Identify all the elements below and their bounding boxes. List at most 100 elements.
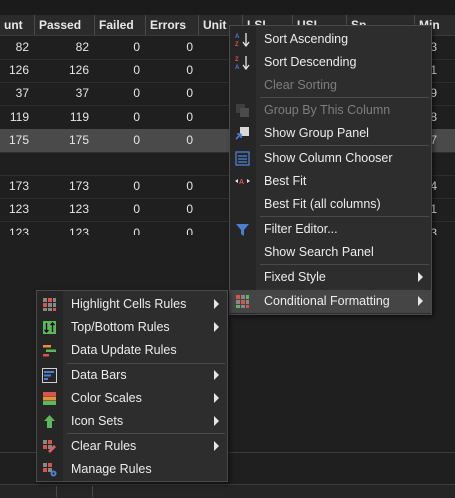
menu-item-show-search-panel[interactable]: Show Search Panel [230, 241, 431, 264]
menu-item-conditional-formatting[interactable]: Conditional Formatting [230, 290, 431, 313]
svg-text:A: A [235, 65, 240, 70]
submenu-arrow-icon [214, 416, 219, 426]
table-cell-count[interactable]: 175 [0, 129, 35, 152]
menu-item-label: Highlight Cells Rules [71, 297, 187, 311]
column-header-count[interactable]: unt [0, 15, 35, 35]
menu-separator [260, 216, 429, 217]
status-bar-separator [56, 486, 57, 497]
column-header-passed[interactable]: Passed [35, 15, 95, 35]
menu-item-label: Fixed Style [264, 270, 326, 284]
menu-item-sort-ascending[interactable]: A Z Sort Ascending [230, 28, 431, 51]
table-cell-failed[interactable]: 0 [95, 36, 146, 59]
menu-item-label: Sort Descending [264, 55, 357, 69]
status-bar [0, 484, 455, 498]
menu-item-label: Group By This Column [264, 103, 391, 117]
menu-item-best-fit-all-columns[interactable]: Best Fit (all columns) [230, 193, 431, 216]
table-cell-errors[interactable]: 0 [146, 36, 199, 59]
table-cell-failed[interactable]: 0 [95, 175, 146, 198]
menu-item-show-column-chooser[interactable]: Show Column Chooser [230, 147, 431, 170]
menu-separator [67, 363, 225, 364]
submenu-arrow-icon [214, 393, 219, 403]
menu-item-data-update-rules[interactable]: Data Update Rules [37, 339, 227, 362]
table-cell-passed[interactable]: 175 [35, 129, 95, 152]
group-by-icon [235, 103, 250, 118]
menu-item-clear-sorting: Clear Sorting [230, 74, 431, 97]
svg-text:Z: Z [235, 42, 239, 47]
table-cell-passed[interactable]: 123 [35, 198, 95, 221]
table-cell-passed[interactable]: 119 [35, 106, 95, 129]
manage-rules-icon [42, 462, 57, 477]
table-cell-count[interactable]: 119 [0, 106, 35, 129]
menu-item-best-fit[interactable]: A Best Fit [230, 170, 431, 193]
menu-item-filter-editor[interactable]: Filter Editor... [230, 218, 431, 241]
menu-item-data-bars[interactable]: Data Bars [37, 364, 227, 387]
svg-text:Z: Z [235, 57, 239, 63]
table-cell-passed[interactable] [35, 152, 95, 175]
data-bars-icon [42, 368, 57, 383]
menu-item-label: Clear Rules [71, 439, 137, 453]
color-scales-icon [42, 391, 57, 406]
table-cell-errors[interactable]: 0 [146, 129, 199, 152]
best-fit-icon: A [235, 174, 250, 189]
submenu-arrow-icon [214, 370, 219, 380]
table-cell-count[interactable] [0, 152, 35, 175]
table-cell-count[interactable]: 173 [0, 175, 35, 198]
menu-item-label: Color Scales [71, 391, 142, 405]
table-cell-failed[interactable]: 0 [95, 129, 146, 152]
table-cell-failed[interactable]: 0 [95, 198, 146, 221]
menu-item-label: Show Column Chooser [264, 151, 393, 165]
svg-text:A: A [239, 179, 244, 186]
table-cell-count[interactable]: 37 [0, 82, 35, 105]
column-chooser-icon [235, 151, 250, 166]
menu-separator [260, 97, 429, 98]
table-cell-errors[interactable]: 0 [146, 106, 199, 129]
menu-separator [260, 264, 429, 265]
table-cell-failed[interactable]: 0 [95, 106, 146, 129]
menu-item-label: Top/Bottom Rules [71, 320, 170, 334]
menu-item-label: Sort Ascending [264, 32, 349, 46]
icon-sets-icon [42, 414, 57, 429]
table-cell-failed[interactable] [95, 152, 146, 175]
table-cell-count[interactable]: 82 [0, 36, 35, 59]
menu-item-label: Show Search Panel [264, 245, 374, 259]
conditional-formatting-submenu: Highlight Cells Rules Top/Bottom Rules Dat… [36, 290, 228, 482]
data-update-icon [42, 343, 57, 358]
menu-item-label: Data Bars [71, 368, 127, 382]
column-header-errors[interactable]: Errors [146, 15, 199, 35]
menu-item-highlight-cells-rules[interactable]: Highlight Cells Rules [37, 293, 227, 316]
menu-item-label: Data Update Rules [71, 343, 177, 357]
table-cell-passed[interactable]: 126 [35, 59, 95, 82]
table-cell-failed[interactable]: 0 [95, 82, 146, 105]
table-cell-passed[interactable]: 173 [35, 175, 95, 198]
table-cell-errors[interactable]: 0 [146, 82, 199, 105]
menu-item-fixed-style[interactable]: Fixed Style [230, 266, 431, 289]
table-cell-passed[interactable]: 37 [35, 82, 95, 105]
menu-item-top-bottom-rules[interactable]: Top/Bottom Rules [37, 316, 227, 339]
table-cell-errors[interactable] [146, 152, 199, 175]
submenu-arrow-icon [418, 296, 423, 306]
menu-item-icon-sets[interactable]: Icon Sets [37, 410, 227, 433]
menu-item-label: Conditional Formatting [264, 294, 390, 308]
submenu-arrow-icon [214, 441, 219, 451]
highlight-cells-icon [42, 297, 57, 312]
menu-item-show-group-panel[interactable]: Show Group Panel [230, 122, 431, 145]
sort-descending-icon: ZA [235, 55, 250, 71]
table-cell-errors[interactable]: 0 [146, 198, 199, 221]
column-header-failed[interactable]: Failed [95, 15, 146, 35]
menu-item-sort-descending[interactable]: Z A Sort Descending [230, 51, 431, 74]
menu-item-clear-rules[interactable]: Clear Rules [37, 435, 227, 458]
menu-item-group-by-this-column: Group By This Column [230, 99, 431, 122]
menu-item-manage-rules[interactable]: Manage Rules [37, 458, 227, 481]
table-cell-count[interactable]: 126 [0, 59, 35, 82]
menu-item-label: Filter Editor... [264, 222, 338, 236]
menu-separator [67, 433, 225, 434]
table-cell-count[interactable]: 123 [0, 198, 35, 221]
group-panel-icon [235, 126, 250, 141]
clear-rules-icon [42, 439, 57, 454]
table-cell-failed[interactable]: 0 [95, 59, 146, 82]
table-cell-errors[interactable]: 0 [146, 175, 199, 198]
menu-item-label: Clear Sorting [264, 78, 337, 92]
table-cell-errors[interactable]: 0 [146, 59, 199, 82]
table-cell-passed[interactable]: 82 [35, 36, 95, 59]
menu-item-color-scales[interactable]: Color Scales [37, 387, 227, 410]
